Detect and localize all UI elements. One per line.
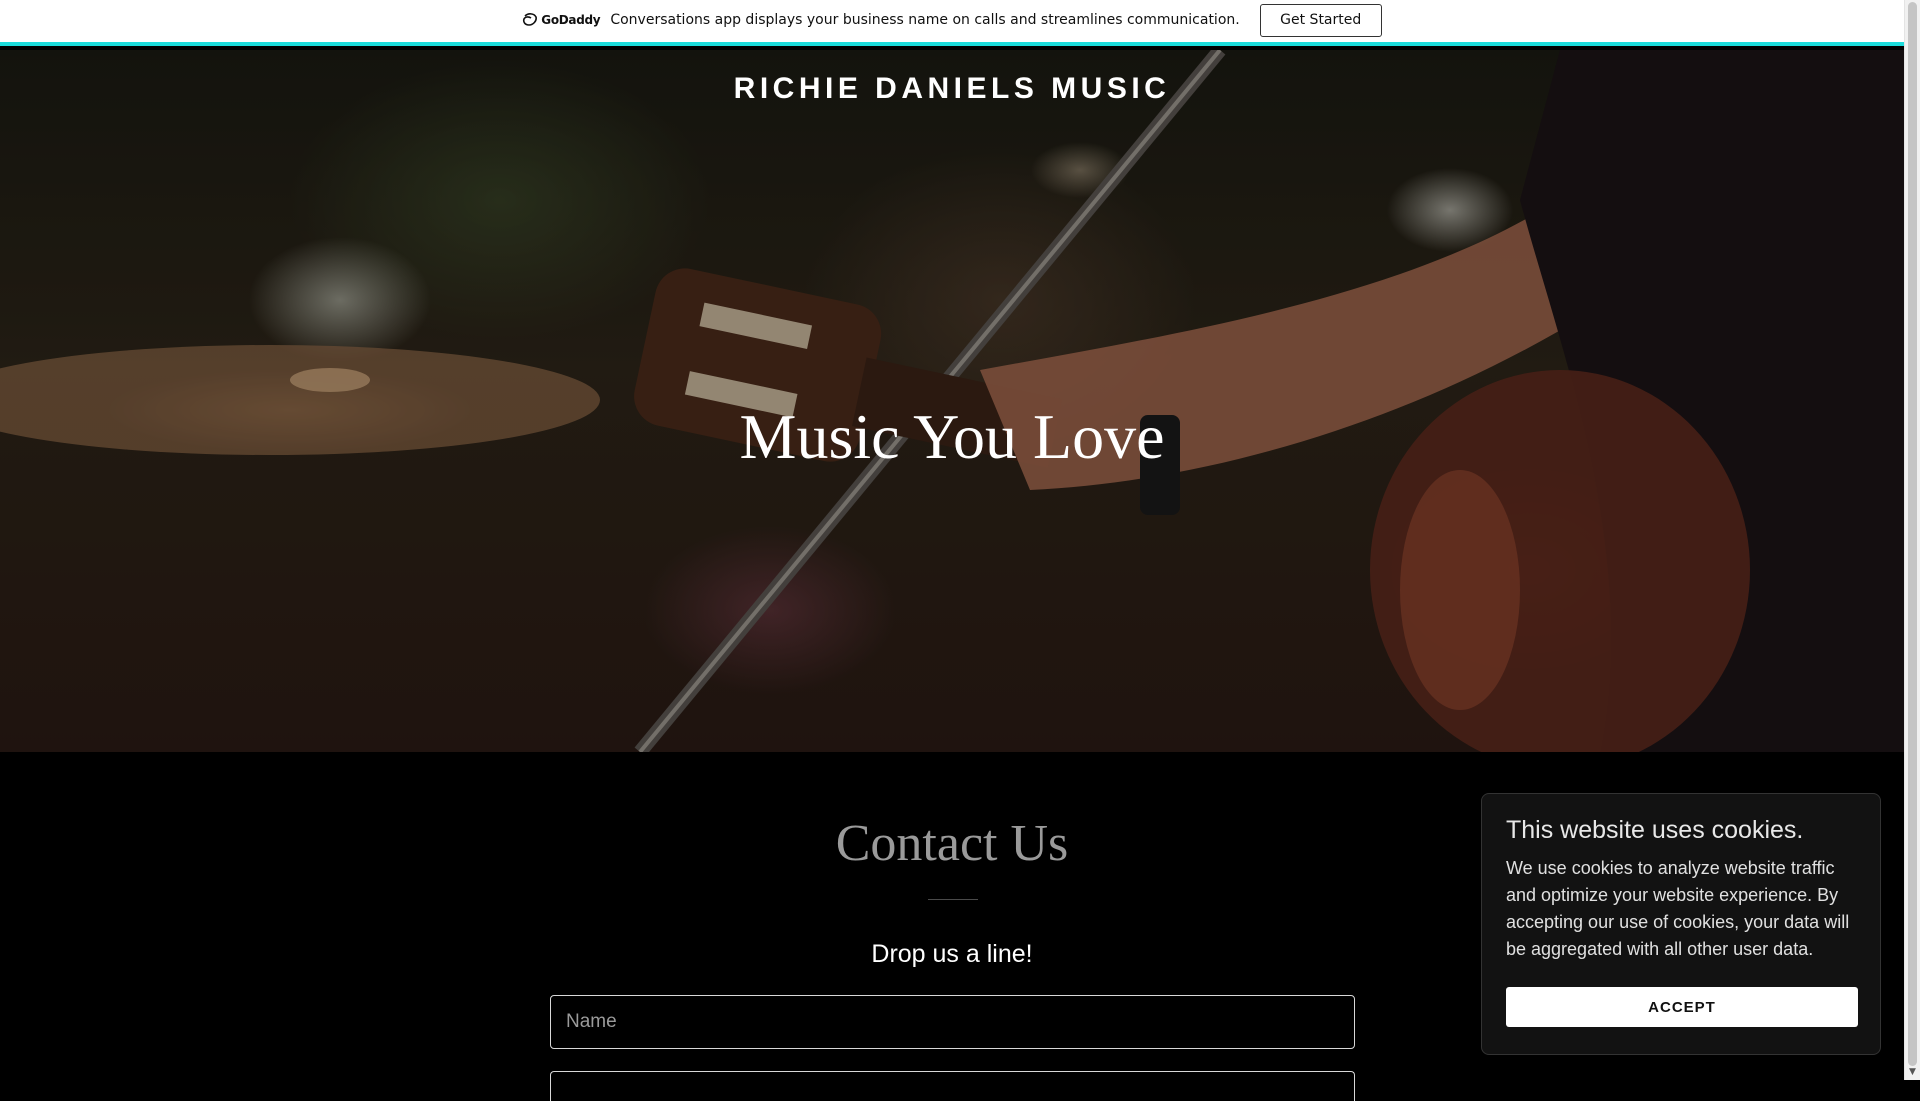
cookie-title: This website uses cookies. [1506, 816, 1804, 844]
accept-button[interactable]: ACCEPT [1506, 987, 1858, 1027]
cookie-banner: This website uses cookies. We use cookie… [1481, 793, 1881, 1055]
promo-banner: GoDaddy Conversations app displays your … [0, 0, 1904, 46]
get-started-button[interactable]: Get Started [1259, 3, 1382, 37]
section-divider [928, 899, 978, 900]
hero-heading: Music You Love [739, 401, 1165, 472]
scroll-down-arrow-icon[interactable]: ▼ [1909, 1067, 1916, 1077]
scrollbar-thumb[interactable] [1908, 2, 1917, 1066]
godaddy-wordmark: GoDaddy [541, 13, 601, 27]
name-input[interactable] [550, 995, 1355, 1049]
site-title[interactable]: RICHIE DANIELS MUSIC [0, 72, 1904, 106]
page-scrollbar[interactable]: ▼ [1904, 0, 1920, 1080]
hero-section: RICHIE DANIELS MUSIC Music You Love [0, 50, 1904, 752]
cookie-body: We use cookies to analyze website traffi… [1506, 858, 1850, 959]
godaddy-logo[interactable]: GoDaddy [522, 13, 601, 27]
godaddy-icon [523, 13, 538, 26]
promo-message: Conversations app displays your business… [610, 12, 1240, 28]
email-input[interactable] [550, 1071, 1355, 1101]
